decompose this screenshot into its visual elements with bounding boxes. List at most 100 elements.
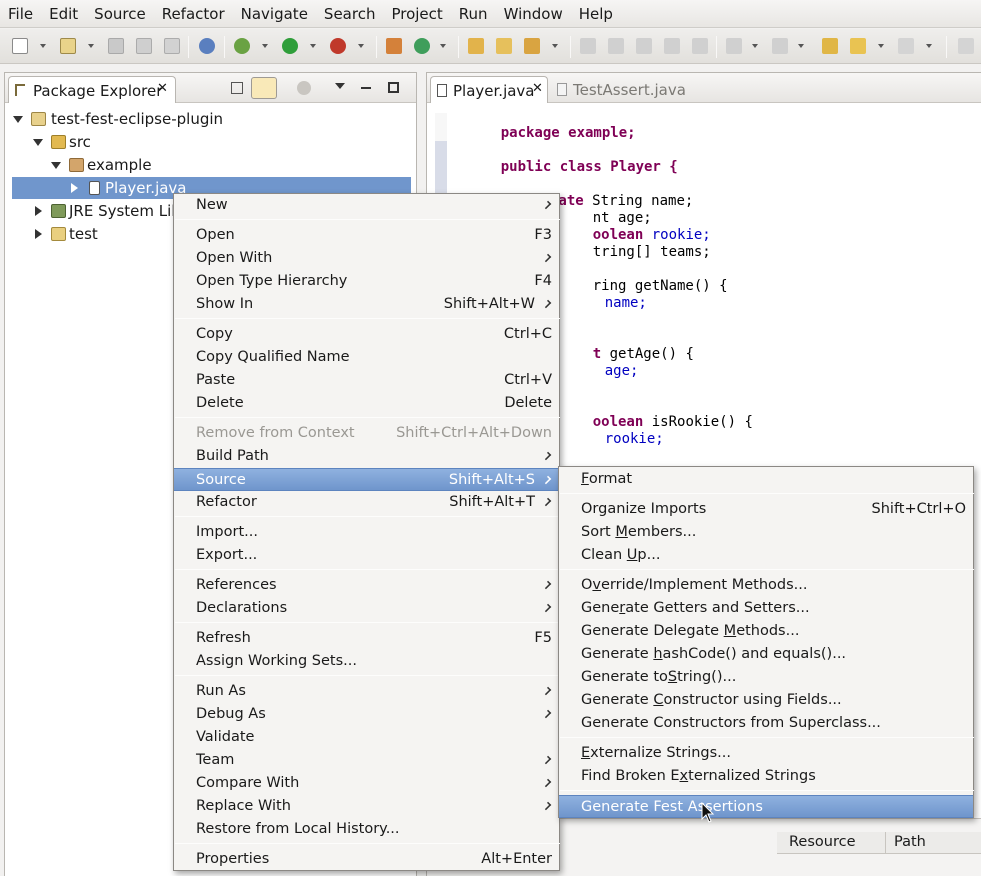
menu-navigate[interactable]: Navigate (233, 0, 316, 28)
search-icon[interactable] (524, 38, 540, 54)
menu-item-export[interactable]: Export... (174, 544, 559, 567)
tab-player-java[interactable]: Player.java ✕ (430, 76, 548, 103)
menu-project[interactable]: Project (383, 0, 450, 28)
back-dropdown-icon[interactable] (878, 44, 884, 48)
code-line[interactable]: rookie; (571, 414, 664, 465)
menu-item-declarations[interactable]: Declarations (174, 597, 559, 620)
submenu-item-format[interactable]: Format (559, 468, 973, 491)
menu-item-copy[interactable]: Copy Ctrl+C (174, 323, 559, 346)
close-icon[interactable]: ✕ (157, 81, 168, 96)
code-line[interactable]: age; (571, 346, 639, 397)
forward-icon[interactable] (898, 38, 914, 54)
column-header-path[interactable]: Path (894, 834, 926, 850)
menu-run[interactable]: Run (451, 0, 496, 28)
link-with-editor-icon[interactable] (251, 77, 277, 99)
tab-testassert-java[interactable]: TestAssert.java (553, 76, 686, 103)
menu-item-validate[interactable]: Validate (174, 726, 559, 749)
new-class-icon[interactable] (414, 38, 430, 54)
previous-annotation-dropdown-icon[interactable] (798, 44, 804, 48)
run-icon[interactable] (282, 38, 298, 54)
tree-item-project[interactable]: test-fest-eclipse-plugin (5, 108, 416, 130)
menu-item-delete[interactable]: Delete Delete (174, 392, 559, 415)
collapsed-icon[interactable] (35, 229, 42, 239)
menu-item-open-type-hierarchy[interactable]: Open Type Hierarchy F4 (174, 270, 559, 293)
menu-item-import[interactable]: Import... (174, 521, 559, 544)
show-whitespace-icon[interactable] (664, 38, 680, 54)
menu-source[interactable]: Source (86, 0, 154, 28)
back-icon[interactable] (850, 38, 866, 54)
submenu-item-generate-tostring[interactable]: Generate toString()... (559, 666, 973, 689)
menu-item-refresh[interactable]: Refresh F5 (174, 627, 559, 650)
submenu-item-externalize-strings[interactable]: Externalize Strings... (559, 742, 973, 765)
new-dropdown-icon[interactable] (40, 44, 46, 48)
expanded-icon[interactable] (51, 162, 61, 169)
submenu-item-generate-constructors-superclass[interactable]: Generate Constructors from Superclass... (559, 712, 973, 735)
debug-icon[interactable] (234, 38, 250, 54)
menu-item-references[interactable]: References (174, 574, 559, 597)
menu-item-source[interactable]: Source Shift+Alt+S (174, 468, 559, 491)
open-type-icon[interactable] (468, 38, 484, 54)
column-header-resource[interactable]: Resource (789, 834, 856, 850)
submenu-item-generate-getters-setters[interactable]: Generate Getters and Setters... (559, 597, 973, 620)
menu-item-refactor[interactable]: Refactor Shift+Alt+T (174, 491, 559, 514)
tab-package-explorer[interactable]: Package Explorer ✕ (8, 76, 176, 103)
save-all-icon[interactable] (136, 38, 152, 54)
external-tools-dropdown-icon[interactable] (358, 44, 364, 48)
focus-task-icon[interactable] (297, 81, 311, 95)
submenu-item-sort-members[interactable]: Sort Members... (559, 521, 973, 544)
menu-refactor[interactable]: Refactor (154, 0, 233, 28)
menu-item-restore-from-local-history[interactable]: Restore from Local History... (174, 818, 559, 841)
tree-item-example[interactable]: example (5, 154, 416, 176)
menu-window[interactable]: Window (496, 0, 571, 28)
external-tools-icon[interactable] (330, 38, 346, 54)
menu-item-open-with[interactable]: Open With (174, 247, 559, 270)
next-annotation-dropdown-icon[interactable] (752, 44, 758, 48)
previous-annotation-icon[interactable] (772, 38, 788, 54)
menu-file[interactable]: File (0, 0, 41, 28)
new-class-dropdown-icon[interactable] (440, 44, 446, 48)
menu-item-copy-qualified-name[interactable]: Copy Qualified Name (174, 346, 559, 369)
print-icon[interactable] (164, 38, 180, 54)
menu-item-compare-with[interactable]: Compare With (174, 772, 559, 795)
new-package-icon[interactable] (60, 38, 76, 54)
menu-item-new[interactable]: New (174, 194, 559, 217)
submenu-item-clean-up[interactable]: Clean Up... (559, 544, 973, 567)
expanded-icon[interactable] (33, 139, 43, 146)
show-source-icon[interactable] (692, 38, 708, 54)
minimize-icon[interactable] (361, 87, 371, 89)
close-icon[interactable]: ✕ (532, 81, 543, 96)
submenu-item-find-broken-externalized[interactable]: Find Broken Externalized Strings (559, 765, 973, 788)
run-dropdown-icon[interactable] (310, 44, 316, 48)
search-dropdown-icon[interactable] (552, 44, 558, 48)
highlight-icon[interactable] (608, 38, 624, 54)
forward-dropdown-icon[interactable] (926, 44, 932, 48)
menu-item-properties[interactable]: Properties Alt+Enter (174, 848, 559, 871)
tree-item-src[interactable]: src (5, 131, 416, 153)
menu-help[interactable]: Help (571, 0, 621, 28)
new-java-project-icon[interactable] (386, 38, 402, 54)
collapsed-icon[interactable] (71, 183, 78, 193)
menu-item-paste[interactable]: Paste Ctrl+V (174, 369, 559, 392)
new-icon[interactable] (12, 38, 28, 54)
last-edit-icon[interactable] (822, 38, 838, 54)
next-annotation-icon[interactable] (726, 38, 742, 54)
collapsed-icon[interactable] (35, 206, 42, 216)
submenu-item-generate-fest-assertions[interactable]: Generate Fest Assertions (559, 795, 973, 818)
menu-edit[interactable]: Edit (41, 0, 86, 28)
submenu-item-organize-imports[interactable]: Organize Imports Shift+Ctrl+O (559, 498, 973, 521)
block-select-icon[interactable] (636, 38, 652, 54)
menu-item-show-in[interactable]: Show In Shift+Alt+W (174, 293, 559, 316)
menu-item-open[interactable]: Open F3 (174, 224, 559, 247)
maximize-icon[interactable] (388, 82, 399, 93)
menu-item-team[interactable]: Team (174, 749, 559, 772)
toggle-mark-icon[interactable] (580, 38, 596, 54)
menu-item-debug-as[interactable]: Debug As (174, 703, 559, 726)
new-package-dropdown-icon[interactable] (88, 44, 94, 48)
menu-item-replace-with[interactable]: Replace With (174, 795, 559, 818)
expanded-icon[interactable] (13, 116, 23, 123)
menu-search[interactable]: Search (316, 0, 384, 28)
collapse-all-icon[interactable] (231, 82, 243, 94)
save-icon[interactable] (108, 38, 124, 54)
open-task-icon[interactable] (496, 38, 512, 54)
skip-breakpoints-icon[interactable] (199, 38, 215, 54)
